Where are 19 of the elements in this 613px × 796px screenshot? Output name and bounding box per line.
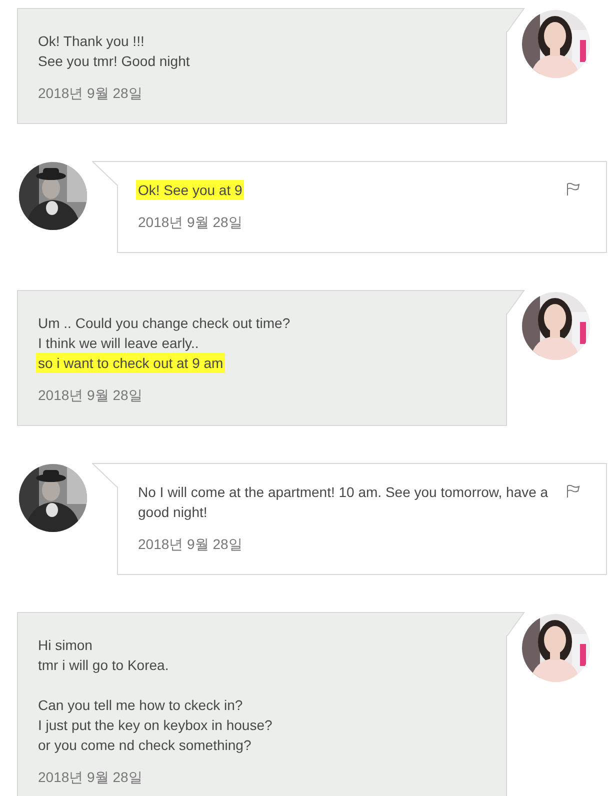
message-text: No I will come at the apartment! 10 am. See you tomorrow, have a good night! bbox=[138, 484, 548, 520]
message-text: I just put the key on keybox in house? bbox=[38, 717, 272, 733]
message-date: 2018년 9월 28일 bbox=[38, 768, 144, 787]
message-text: Ok! See you at 9 bbox=[136, 180, 244, 200]
message-date: 2018년 9월 28일 bbox=[138, 213, 244, 232]
flag-icon[interactable] bbox=[566, 484, 580, 498]
message-text: I think we will leave early.. bbox=[38, 335, 199, 351]
flag-icon[interactable] bbox=[566, 182, 580, 196]
message-text: so i want to check out at 9 am bbox=[36, 353, 226, 373]
message-date: 2018년 9월 28일 bbox=[38, 84, 144, 103]
message-text: Ok! Thank you !!! bbox=[38, 33, 144, 49]
message-text: Hi simon bbox=[38, 637, 92, 653]
message-text: Um .. Could you change check out time? bbox=[38, 315, 290, 331]
message-date: 2018년 9월 28일 bbox=[38, 386, 144, 405]
message-date: 2018년 9월 28일 bbox=[138, 535, 244, 554]
message-text: tmr i will go to Korea. bbox=[38, 657, 169, 673]
message-text: Can you tell me how to ckeck in? bbox=[38, 697, 243, 713]
message-text: See you tmr! Good night bbox=[38, 53, 190, 69]
message-text: or you come nd check something? bbox=[38, 737, 252, 753]
